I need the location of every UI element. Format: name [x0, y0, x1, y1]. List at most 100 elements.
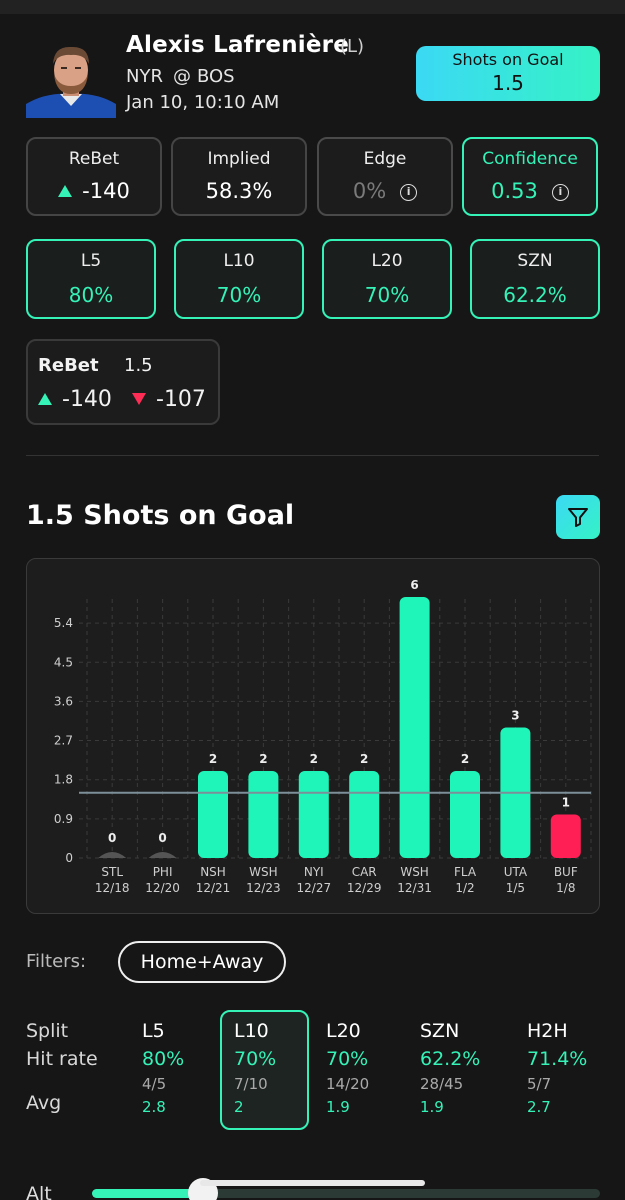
split-avg: 2	[234, 1098, 244, 1116]
x-tick-date: 1/8	[556, 881, 575, 895]
matchup: NYR @ BOS	[126, 66, 235, 87]
bar-value-label: 2	[209, 752, 217, 766]
x-tick-label: CAR	[352, 865, 377, 879]
split-fraction: 28/45	[420, 1075, 464, 1093]
bar	[450, 771, 480, 858]
x-tick-label: FLA	[454, 865, 477, 879]
bar-chart: 0 0.9 1.8 2.7 3.6 4.5 5.4 0 STL 12/18 0 PHI 12/20 2 NS…	[54, 578, 592, 895]
x-tick-date: 12/18	[95, 881, 130, 895]
alt-line-slider[interactable]	[92, 1178, 600, 1200]
game-datetime: Jan 10, 10:10 AM	[126, 92, 280, 113]
bar	[98, 852, 127, 858]
implied-value: 58.3%	[205, 179, 273, 203]
bar-value-label: 0	[108, 831, 116, 845]
hit-box-l20: L20 70%	[322, 239, 452, 319]
split-fraction: 7/10	[234, 1075, 268, 1093]
player-position: (L)	[340, 36, 365, 57]
edge-value: 0%	[352, 179, 387, 203]
hit-box-title: L20	[371, 251, 403, 271]
bar-value-label: 2	[360, 752, 368, 766]
x-tick-date: 12/23	[246, 881, 281, 895]
status-bar	[0, 0, 625, 14]
bar	[148, 852, 177, 858]
implied-title: Implied	[207, 149, 271, 169]
down-arrow-icon	[132, 393, 146, 405]
hit-box-szn: SZN 62.2%	[470, 239, 600, 319]
bar-value-label: 6	[410, 578, 418, 592]
split-avg: 2.7	[527, 1098, 551, 1116]
rebet-box: ReBet -140	[26, 137, 162, 216]
y-tick-label: 0.9	[54, 812, 73, 826]
split-fraction: 14/20	[326, 1075, 370, 1093]
hit-box-title: L5	[80, 251, 102, 271]
y-tick-label: 4.5	[54, 655, 73, 669]
x-tick-date: 12/29	[347, 881, 382, 895]
hit-box-value: 62.2%	[503, 283, 567, 307]
split-rate: 80%	[142, 1048, 185, 1070]
split-header: H2H	[527, 1020, 568, 1042]
avg-label: Avg	[26, 1092, 62, 1114]
section-title: 1.5 Shots on Goal	[26, 500, 295, 531]
split-header: SZN	[420, 1020, 460, 1042]
x-tick-label: STL	[101, 865, 123, 879]
opponent: BOS	[196, 66, 235, 87]
x-tick-label: UTA	[504, 865, 528, 879]
odds-card[interactable]: ReBet 1.5 -140 -107	[26, 339, 220, 425]
bar	[399, 597, 430, 858]
y-tick-label: 3.6	[54, 694, 73, 708]
split-rate: 70%	[234, 1048, 277, 1070]
split-rate: 71.4%	[527, 1048, 588, 1070]
y-tick-label: 5.4	[54, 616, 73, 630]
x-tick-label: BUF	[554, 865, 578, 879]
hit-box-value: 80%	[68, 283, 114, 307]
odds-book: ReBet	[38, 355, 99, 376]
y-tick-label: 0	[65, 851, 73, 865]
y-tick-label: 2.7	[54, 734, 73, 748]
hit-box-l5: L5 80%	[26, 239, 156, 319]
at-symbol: @	[172, 66, 191, 87]
info-icon[interactable]: i	[400, 184, 418, 201]
confidence-value: 0.53	[491, 179, 538, 203]
bar	[198, 771, 228, 858]
chart-card: 0 0.9 1.8 2.7 3.6 4.5 5.4 0 STL 12/18 0 PHI 12/20 2 NS…	[26, 558, 600, 914]
player-name: Alexis Lafrenière	[126, 32, 350, 58]
rebet-title: ReBet	[68, 149, 120, 169]
bar-value-label: 2	[461, 752, 469, 766]
hit-box-value: 70%	[364, 283, 410, 307]
split-header: L10	[234, 1020, 269, 1042]
info-icon[interactable]: i	[551, 184, 569, 201]
bar	[248, 771, 279, 858]
filter-button[interactable]	[556, 495, 600, 539]
x-tick-label: WSH	[249, 865, 278, 879]
edge-box: Edge 0% i	[317, 137, 453, 216]
home-away-filter-button[interactable]: Home+Away	[118, 941, 286, 983]
bar	[550, 814, 581, 858]
split-header: L5	[142, 1020, 165, 1042]
bar-value-label: 2	[310, 752, 318, 766]
hit-box-l10: L10 70%	[174, 239, 304, 319]
prop-selector-button[interactable]: Shots on Goal 1.5	[416, 46, 600, 101]
rebet-value: -140	[82, 179, 130, 203]
hit-box-title: SZN	[517, 251, 553, 271]
y-tick-label: 1.8	[54, 773, 73, 787]
split-avg: 1.9	[326, 1098, 350, 1116]
confidence-title: Confidence	[482, 149, 578, 169]
over-odds: -140	[62, 387, 112, 412]
up-arrow-icon	[58, 185, 73, 197]
filter-icon	[568, 508, 588, 527]
team: NYR	[126, 66, 163, 87]
divider	[26, 455, 599, 456]
split-rate: 70%	[326, 1048, 369, 1070]
x-tick-label: WSH	[400, 865, 429, 879]
bar-value-label: 0	[158, 831, 166, 845]
split-header: L20	[326, 1020, 361, 1042]
split-label: Split	[26, 1020, 69, 1042]
x-tick-date: 1/5	[506, 881, 525, 895]
bar-value-label: 2	[259, 752, 267, 766]
x-tick-date: 12/27	[297, 881, 332, 895]
edge-title: Edge	[363, 149, 407, 169]
split-fraction: 5/7	[527, 1075, 552, 1093]
under-odds: -107	[156, 387, 206, 412]
odds-line: 1.5	[124, 355, 153, 376]
split-avg: 2.8	[142, 1098, 166, 1116]
